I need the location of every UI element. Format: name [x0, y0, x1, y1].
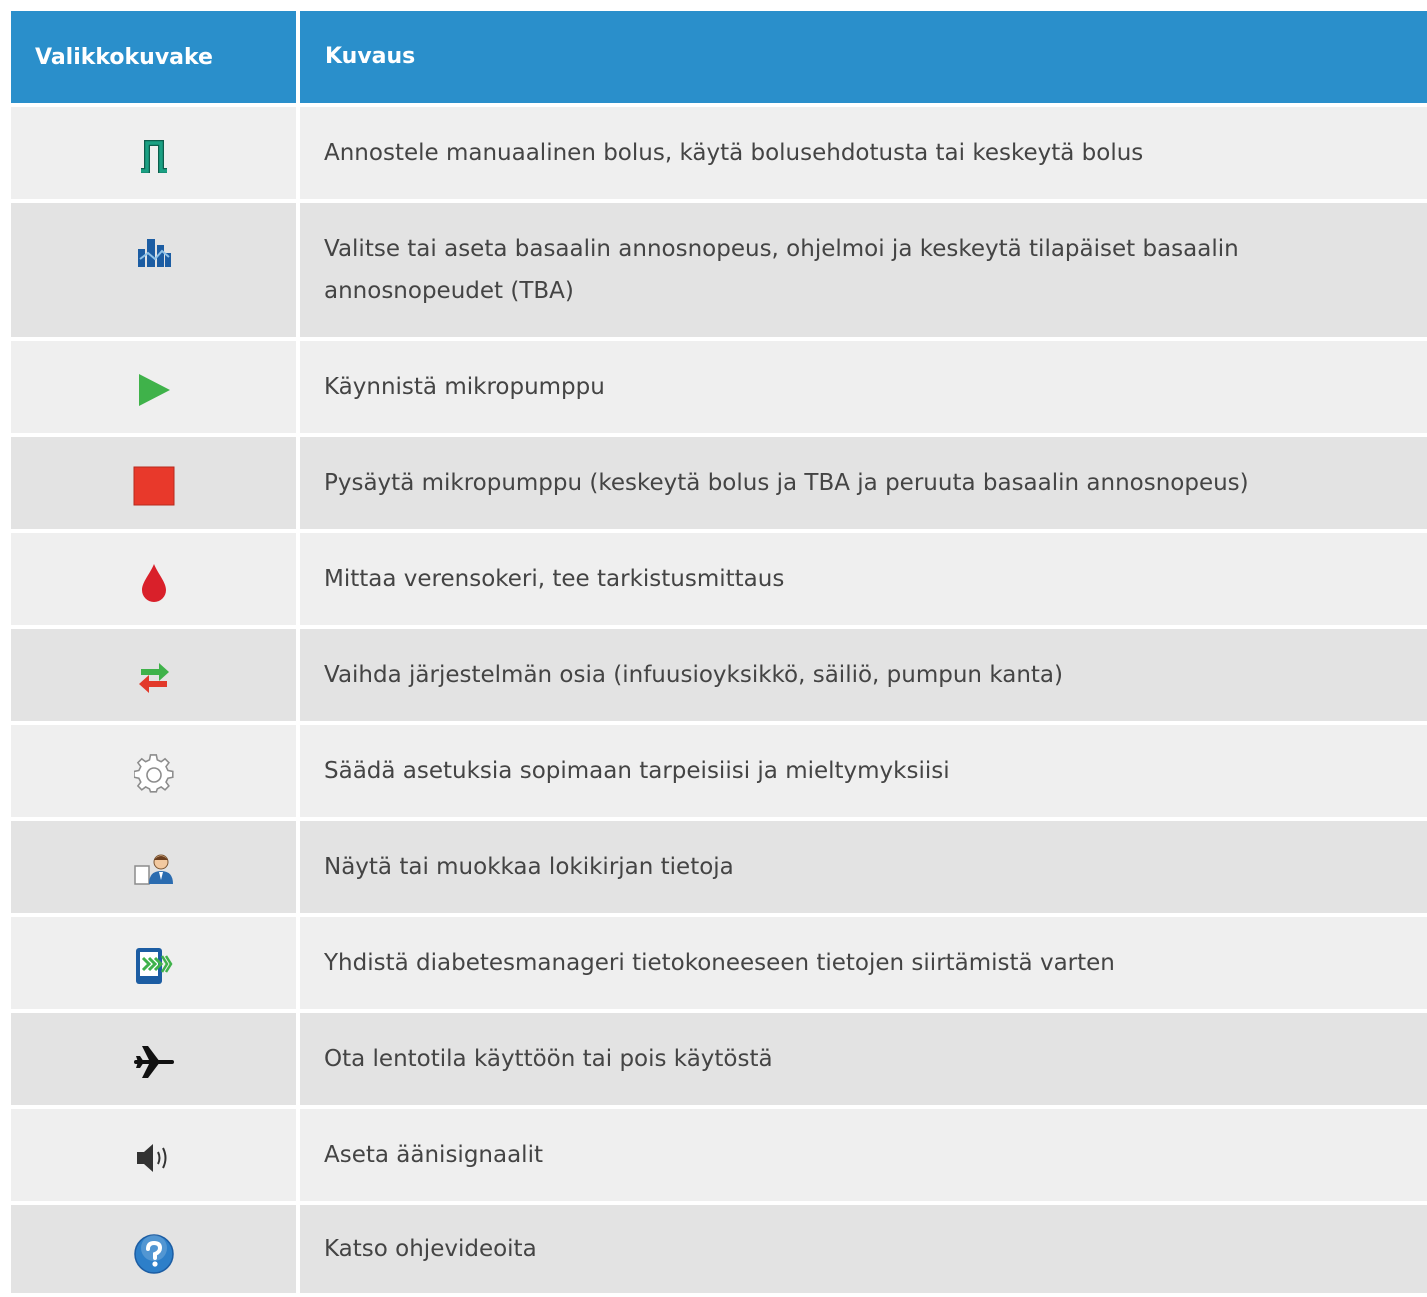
icon-cell — [11, 917, 296, 1009]
gear-icon — [132, 752, 176, 796]
description-cell: Yhdistä diabetesmanageri tietokoneeseen … — [300, 917, 1427, 1009]
table-body: Annostele manuaalinen bolus, käytä bolus… — [11, 107, 1427, 1293]
table-row: Valitse tai aseta basaalin annosnopeus, … — [11, 203, 1427, 337]
table-row: Mittaa verensokeri, tee tarkistusmittaus — [11, 533, 1427, 625]
table-row: Vaihda järjestelmän osia (infuusioyksikk… — [11, 629, 1427, 721]
description-cell: Mittaa verensokeri, tee tarkistusmittaus — [300, 533, 1427, 625]
description-cell: Katso ohjevideoita — [300, 1205, 1427, 1293]
description-cell: Aseta äänisignaalit — [300, 1109, 1427, 1201]
description-cell: Säädä asetuksia sopimaan tarpeisiisi ja … — [300, 725, 1427, 817]
icon-cell — [11, 1109, 296, 1201]
description-cell: Valitse tai aseta basaalin annosnopeus, … — [300, 203, 1427, 337]
header-description-column: Kuvaus — [300, 11, 1427, 103]
basal-rate-icon — [132, 230, 176, 274]
icon-cell — [11, 533, 296, 625]
table-row: Yhdistä diabetesmanageri tietokoneeseen … — [11, 917, 1427, 1009]
icon-cell — [11, 1013, 296, 1105]
table-row: Näytä tai muokkaa lokikirjan tietoja — [11, 821, 1427, 913]
icon-cell — [11, 629, 296, 721]
blood-drop-icon — [132, 560, 176, 604]
speaker-icon — [132, 1136, 176, 1180]
help-icon — [132, 1232, 176, 1276]
description-cell: Näytä tai muokkaa lokikirjan tietoja — [300, 821, 1427, 913]
icon-cell — [11, 725, 296, 817]
bolus-icon — [132, 134, 176, 178]
table-row: Säädä asetuksia sopimaan tarpeisiisi ja … — [11, 725, 1427, 817]
logbook-person-icon — [132, 848, 176, 892]
icon-cell — [11, 1205, 296, 1293]
table-row: Annostele manuaalinen bolus, käytä bolus… — [11, 107, 1427, 199]
description-cell: Annostele manuaalinen bolus, käytä bolus… — [300, 107, 1427, 199]
icon-cell — [11, 821, 296, 913]
table-row: Pysäytä mikropumppu (keskeytä bolus ja T… — [11, 437, 1427, 529]
description-cell: Ota lentotila käyttöön tai pois käytöstä — [300, 1013, 1427, 1105]
table-row: Käynnistä mikropumppu — [11, 341, 1427, 433]
table-row: Ota lentotila käyttöön tai pois käytöstä — [11, 1013, 1427, 1105]
airplane-icon — [132, 1040, 176, 1084]
description-cell: Pysäytä mikropumppu (keskeytä bolus ja T… — [300, 437, 1427, 529]
icon-cell — [11, 437, 296, 529]
icon-cell — [11, 203, 296, 337]
table-row: Katso ohjevideoita — [11, 1205, 1427, 1293]
icon-cell — [11, 107, 296, 199]
table-row: Aseta äänisignaalit — [11, 1109, 1427, 1201]
device-transfer-icon — [132, 944, 176, 988]
swap-arrows-icon — [132, 656, 176, 700]
header-icon-column: Valikkokuvake — [11, 11, 296, 103]
description-cell: Käynnistä mikropumppu — [300, 341, 1427, 433]
icon-cell — [11, 341, 296, 433]
stop-icon — [132, 464, 176, 508]
play-icon — [132, 368, 176, 412]
menu-icon-table: Valikkokuvake Kuvaus Annostele manuaalin… — [11, 11, 1427, 1297]
description-cell: Vaihda järjestelmän osia (infuusioyksikk… — [300, 629, 1427, 721]
table-header: Valikkokuvake Kuvaus — [11, 11, 1427, 103]
